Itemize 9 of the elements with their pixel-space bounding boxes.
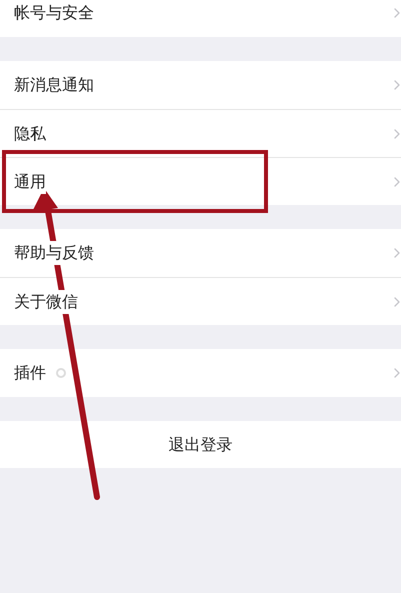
settings-row[interactable]: 帐号与安全	[0, 0, 401, 37]
settings-row[interactable]: 新消息通知	[0, 61, 401, 109]
row-label: 关于微信	[14, 290, 78, 314]
settings-row[interactable]: 关于微信	[0, 277, 401, 325]
row-label: 帮助与反馈	[14, 241, 94, 265]
settings-row[interactable]: 帮助与反馈	[0, 229, 401, 277]
settings-row[interactable]: 隐私	[0, 109, 401, 157]
settings-row[interactable]: 插件	[0, 349, 401, 397]
logout-button[interactable]: 退出登录	[0, 421, 401, 468]
